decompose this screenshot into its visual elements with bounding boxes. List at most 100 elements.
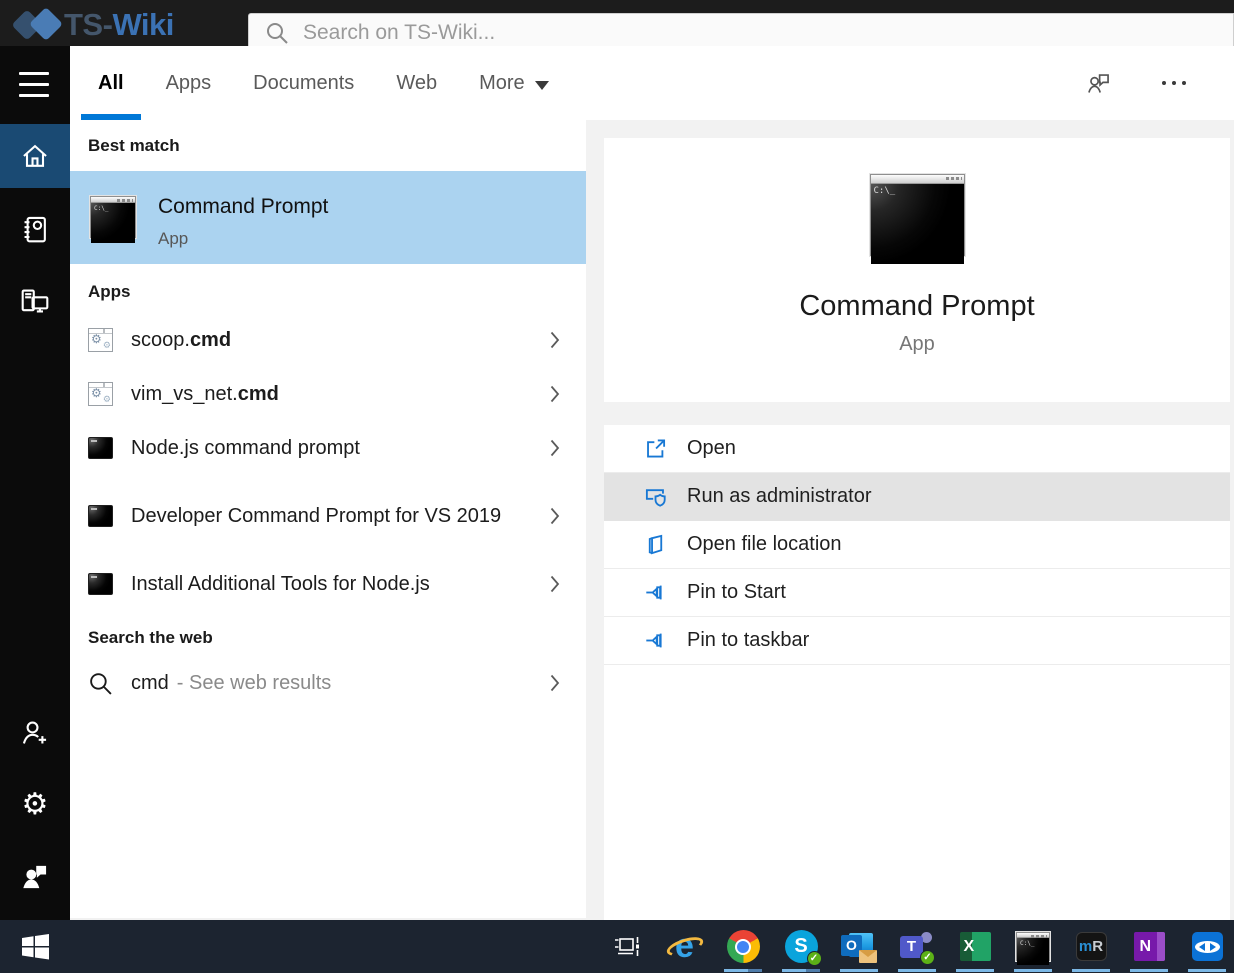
running-indicator: [724, 969, 762, 972]
sidebar-item-add-user[interactable]: [0, 701, 70, 765]
notebook-icon: [19, 213, 51, 245]
preview-subtitle: App: [604, 333, 1230, 356]
result-web-search-cmd[interactable]: cmd- See web results: [70, 656, 586, 710]
taskbar-skype[interactable]: S ✓: [772, 920, 830, 973]
taskbar-teams[interactable]: T ✓: [888, 920, 946, 973]
result-install-additional-tools[interactable]: Install Additional Tools for Node.js: [70, 557, 586, 611]
chevron-down-icon: [535, 81, 549, 90]
browser-top-bar: TS-Wiki Search on TS-Wiki...: [0, 0, 1234, 46]
internet-explorer-icon: e: [668, 930, 702, 964]
section-header-apps: Apps: [88, 282, 131, 302]
ts-wiki-logo-icon[interactable]: [14, 6, 60, 42]
windows-logo-icon: [22, 934, 49, 960]
running-indicator: [956, 969, 994, 972]
tab-more[interactable]: More: [479, 46, 549, 120]
action-pin-to-taskbar[interactable]: Pin to taskbar: [604, 617, 1230, 665]
logo-text-prefix: TS-: [64, 7, 112, 42]
devices-icon: [19, 285, 51, 317]
more-options-button[interactable]: [1156, 75, 1192, 91]
chevron-right-icon[interactable]: [550, 507, 560, 525]
chrome-icon: [727, 930, 760, 963]
chevron-right-icon[interactable]: [550, 439, 560, 457]
section-header-best-match: Best match: [88, 136, 180, 156]
action-open[interactable]: Open: [604, 425, 1230, 473]
running-indicator: [782, 969, 820, 972]
running-indicator: [1130, 969, 1168, 972]
running-indicator: [898, 969, 936, 972]
batch-file-icon: ⚙⚙: [88, 328, 113, 352]
batch-file-icon: ⚙⚙: [88, 382, 113, 406]
flyout-header-actions: [1085, 70, 1192, 97]
tab-documents[interactable]: Documents: [253, 46, 354, 120]
skype-icon: S ✓: [785, 930, 818, 963]
site-logo-text[interactable]: TS-Wiki: [64, 7, 174, 43]
sidebar-item-devices[interactable]: [0, 269, 70, 333]
tab-web[interactable]: Web: [396, 46, 437, 120]
running-indicator: [840, 969, 878, 972]
result-nodejs-command-prompt[interactable]: Node.js command prompt: [70, 421, 586, 475]
result-scoop-cmd[interactable]: ⚙⚙ scoop.cmd: [70, 313, 586, 367]
action-open-file-location[interactable]: Open file location: [604, 521, 1230, 569]
result-developer-command-prompt[interactable]: Developer Command Prompt for VS 2019: [70, 475, 586, 557]
command-prompt-icon: C:\_: [90, 196, 136, 238]
preview-hero: C:\_ Command Prompt App: [604, 138, 1230, 402]
result-preview-pane: C:\_ Command Prompt App Open: [586, 120, 1234, 920]
taskbar-mremoteng[interactable]: mR: [1062, 920, 1120, 973]
tab-all[interactable]: All: [98, 46, 124, 120]
start-button[interactable]: [0, 920, 70, 973]
preview-actions: Open Run as administrator Open file l: [604, 425, 1230, 665]
home-icon: [19, 140, 51, 172]
taskbar-outlook[interactable]: O: [830, 920, 888, 973]
command-prompt-icon: [88, 573, 113, 595]
chevron-right-icon[interactable]: [550, 575, 560, 593]
file-location-icon: [644, 533, 667, 556]
preview-title: Command Prompt: [604, 290, 1230, 323]
teams-icon: T ✓: [900, 932, 934, 962]
best-match-result-command-prompt[interactable]: C:\_ Command Prompt App: [70, 171, 586, 264]
taskbar-excel[interactable]: X: [946, 920, 1004, 973]
taskbar: e S ✓ O: [0, 920, 1234, 973]
sidebar-item-journal[interactable]: [0, 197, 70, 261]
search-icon: [88, 671, 113, 696]
command-prompt-icon: [88, 437, 113, 459]
taskbar-teamviewer[interactable]: [1178, 920, 1234, 973]
section-header-search-web: Search the web: [88, 628, 213, 648]
sidebar-item-home[interactable]: [0, 124, 70, 188]
result-vim-vs-net-cmd[interactable]: ⚙⚙ vim_vs_net.cmd: [70, 367, 586, 421]
running-indicator: [1014, 969, 1052, 972]
sidebar-item-settings[interactable]: ⚙: [0, 773, 70, 837]
taskbar-task-view-button[interactable]: [598, 920, 656, 973]
logo-text-suffix: Wiki: [112, 7, 173, 42]
sidebar-item-feedback[interactable]: [0, 845, 70, 909]
preview-pane-filler: [604, 665, 1230, 920]
action-run-as-administrator[interactable]: Run as administrator: [604, 473, 1230, 521]
chevron-right-icon[interactable]: [550, 331, 560, 349]
best-match-title: Command Prompt: [158, 195, 328, 219]
run-as-admin-icon: [644, 485, 667, 508]
envelope-badge: [859, 950, 877, 963]
chevron-right-icon[interactable]: [550, 674, 560, 692]
taskbar-command-prompt[interactable]: C:\_: [1004, 920, 1062, 973]
pin-icon: [644, 581, 667, 604]
tab-apps[interactable]: Apps: [166, 46, 212, 120]
taskbar-internet-explorer[interactable]: e: [656, 920, 714, 973]
status-check-badge: ✓: [807, 951, 822, 966]
best-match-subtitle: App: [158, 229, 188, 249]
gear-icon: ⚙: [22, 790, 49, 820]
taskbar-chrome[interactable]: [714, 920, 772, 973]
taskbar-onenote[interactable]: N: [1120, 920, 1178, 973]
onenote-icon: N: [1134, 932, 1165, 961]
tab-all-label: All: [98, 72, 124, 95]
action-pin-to-start[interactable]: Pin to Start: [604, 569, 1230, 617]
screen: TS-Wiki Search on TS-Wiki...: [0, 0, 1234, 973]
feedback-button[interactable]: [1085, 70, 1112, 97]
command-prompt-icon: [88, 505, 113, 527]
chevron-right-icon[interactable]: [550, 385, 560, 403]
search-results-pane: Best match C:\_ Command Prompt App Apps …: [70, 120, 586, 918]
hamburger-menu-icon[interactable]: [19, 72, 51, 96]
pin-icon: [644, 629, 667, 652]
teamviewer-icon: [1192, 932, 1223, 961]
site-sidebar: ⚙: [0, 46, 70, 920]
open-icon: [644, 437, 667, 460]
logo-diamond-blue: [29, 7, 63, 41]
